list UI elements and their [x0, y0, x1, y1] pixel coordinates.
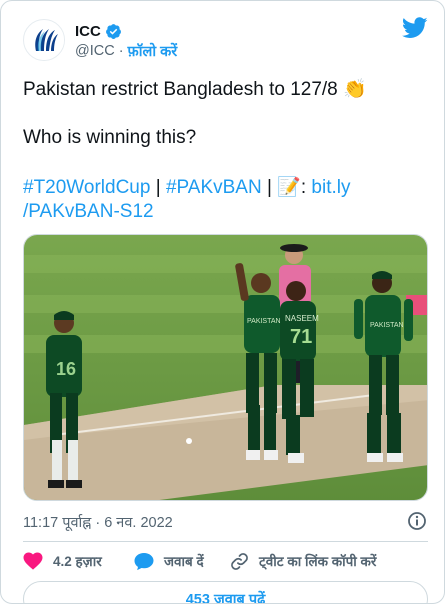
svg-text:71: 71: [290, 326, 312, 348]
follow-button[interactable]: फ़ॉलो करें: [128, 41, 178, 61]
twitter-bird-icon[interactable]: [401, 17, 428, 39]
separator-dot: ·: [118, 43, 124, 59]
reply-label: जवाब दें: [164, 554, 204, 569]
tweet-card: ICC @ICC · फ़ॉलो करें Pakistan restrict: [0, 0, 445, 604]
copy-link-button[interactable]: ट्वीट का लिंक कॉपी करें: [230, 550, 376, 572]
read-replies-button[interactable]: 453 जवाब पढ़ें: [23, 581, 428, 603]
verified-badge-icon: [105, 23, 122, 40]
link-icon: [231, 552, 248, 570]
hashtag-t20worldcup[interactable]: #T20WorldCup: [23, 177, 150, 198]
colon: :: [300, 177, 312, 198]
pipe-separator: |: [150, 177, 166, 198]
tweet-photo[interactable]: 16 PAKISTAN NASEEM 71 PAKISTAN: [23, 234, 428, 501]
tweet-header: ICC @ICC · फ़ॉलो करें: [23, 15, 428, 63]
reply-button[interactable]: जवाब दें: [134, 550, 204, 572]
account-handle[interactable]: @ICC: [75, 43, 115, 59]
svg-text:PAKISTAN: PAKISTAN: [370, 322, 404, 329]
heart-icon: [23, 552, 43, 570]
tweet-link-part-2[interactable]: /PAKvBAN-S12: [23, 201, 154, 222]
hashtag-pakvban[interactable]: #PAKvBAN: [166, 177, 262, 198]
copy-link-label: ट्वीट का लिंक कॉपी करें: [259, 554, 377, 569]
tweet-text-line-1: Pakistan restrict Bangladesh to 127/8: [23, 79, 338, 100]
svg-text:16: 16: [56, 359, 76, 379]
tweet-actions: 4.2 हज़ार जवाब दें ट्वीट का लिंक कॉपी कर…: [23, 550, 428, 572]
tweet-line-3: #T20WorldCup | #PAKvBAN | 📝: bit.ly: [23, 175, 351, 199]
tweet-timestamp[interactable]: 11:17 पूर्वाह्न · 6 नव. 2022: [23, 512, 173, 532]
clap-emoji: 👏: [343, 79, 367, 100]
tweet-text-line-2: Who is winning this?: [23, 127, 197, 148]
info-icon[interactable]: [407, 511, 427, 531]
svg-text:NASEEM: NASEEM: [285, 314, 319, 323]
tweet-line-4: /PAKvBAN-S12: [23, 201, 154, 223]
avatar[interactable]: [23, 19, 65, 61]
account-name[interactable]: ICC: [75, 23, 101, 40]
pipe-separator: |: [261, 177, 278, 198]
tweet-link-part-1[interactable]: bit.ly: [311, 177, 350, 198]
memo-emoji: 📝: [277, 177, 301, 198]
like-button[interactable]: 4.2 हज़ार: [23, 550, 102, 572]
divider: [23, 541, 428, 542]
tweet-line-2: Who is winning this?: [23, 127, 196, 149]
reply-bubble-icon: [134, 552, 154, 570]
icc-logo-icon: [25, 21, 64, 60]
account-names: ICC @ICC · फ़ॉलो करें: [75, 21, 177, 61]
tweet-line-1: Pakistan restrict Bangladesh to 127/8 👏: [23, 77, 367, 101]
like-count: 4.2 हज़ार: [53, 554, 102, 569]
svg-text:PAKISTAN: PAKISTAN: [247, 318, 281, 325]
cricket-celebration-image: 16 PAKISTAN NASEEM 71 PAKISTAN: [24, 235, 427, 500]
